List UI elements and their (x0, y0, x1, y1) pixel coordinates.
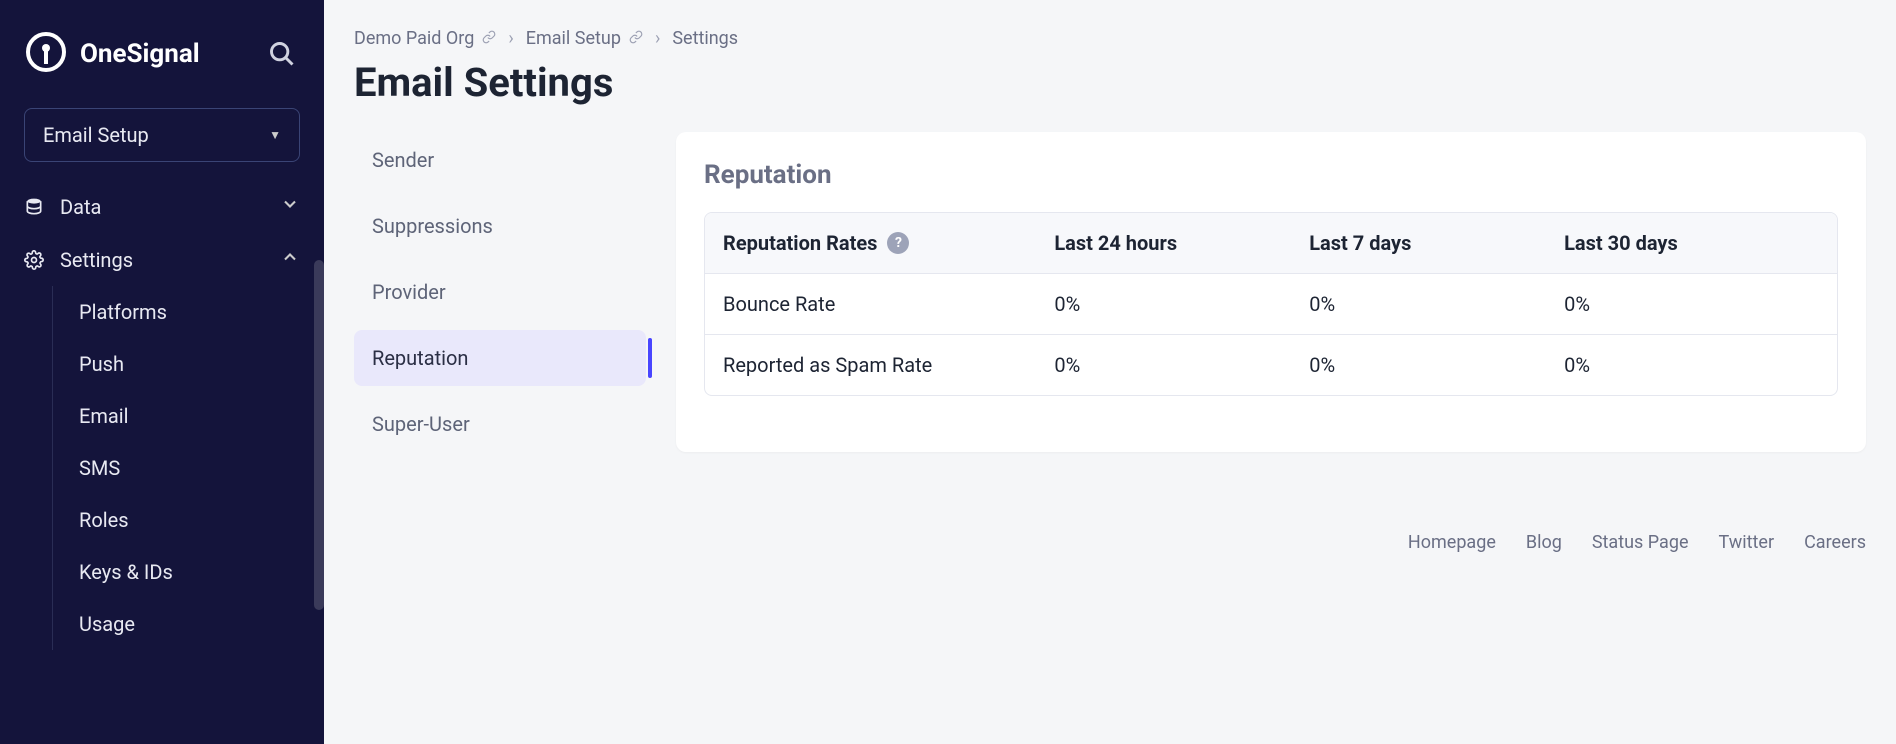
chevron-right-icon: › (508, 28, 513, 49)
table-row: Reported as Spam Rate 0% 0% 0% (705, 334, 1837, 395)
breadcrumb-org[interactable]: Demo Paid Org (354, 28, 496, 49)
search-icon[interactable] (264, 36, 300, 72)
brand-row: OneSignal (0, 12, 324, 96)
breadcrumb-org-label: Demo Paid Org (354, 28, 474, 49)
breadcrumb: Demo Paid Org › Email Setup › Settings (354, 28, 1866, 49)
chevron-up-icon (280, 247, 300, 272)
table-row: Bounce Rate 0% 0% 0% (705, 273, 1837, 334)
td-last7: 0% (1309, 292, 1564, 316)
td-label: Reported as Spam Rate (723, 353, 1054, 377)
th-last7: Last 7 days (1309, 231, 1564, 255)
settings-tabs: Sender Suppressions Provider Reputation … (354, 132, 646, 452)
sidebar-item-platforms[interactable]: Platforms (53, 286, 324, 338)
main-content: Demo Paid Org › Email Setup › Settings E… (324, 0, 1896, 744)
td-last24: 0% (1054, 292, 1309, 316)
reputation-panel: Reputation Reputation Rates ? Last 24 ho… (676, 132, 1866, 452)
help-icon[interactable]: ? (887, 232, 909, 254)
footer-careers[interactable]: Careers (1804, 532, 1866, 553)
sidebar-item-email[interactable]: Email (53, 390, 324, 442)
footer-twitter[interactable]: Twitter (1719, 532, 1775, 553)
onesignal-logo-icon (24, 30, 68, 78)
sidebar-item-label: Settings (60, 248, 133, 272)
footer-blog[interactable]: Blog (1526, 532, 1562, 553)
sidebar-item-keys-ids[interactable]: Keys & IDs (53, 546, 324, 598)
breadcrumb-app-label: Email Setup (526, 28, 621, 49)
gear-icon (24, 250, 48, 270)
footer-links: Homepage Blog Status Page Twitter Career… (354, 532, 1866, 553)
chevron-right-icon: › (655, 28, 660, 49)
sidebar-item-roles[interactable]: Roles (53, 494, 324, 546)
link-icon (629, 28, 643, 49)
table-header: Reputation Rates ? Last 24 hours Last 7 … (705, 213, 1837, 273)
tab-super-user[interactable]: Super-User (354, 396, 646, 452)
th-last24: Last 24 hours (1054, 231, 1309, 255)
td-label: Bounce Rate (723, 292, 1054, 316)
app-selector[interactable]: Email Setup ▼ (24, 108, 300, 162)
footer-homepage[interactable]: Homepage (1408, 532, 1496, 553)
td-last24: 0% (1054, 353, 1309, 377)
breadcrumb-app[interactable]: Email Setup (526, 28, 643, 49)
sidebar-item-label: Data (60, 195, 101, 219)
panel-title: Reputation (704, 160, 1838, 190)
database-icon (24, 197, 48, 217)
chevron-down-icon (280, 194, 300, 219)
breadcrumb-page-label: Settings (672, 28, 738, 49)
sidebar-item-settings[interactable]: Settings (0, 233, 324, 286)
page-title: Email Settings (354, 59, 1866, 106)
app-selector-label: Email Setup (43, 123, 149, 147)
td-last7: 0% (1309, 353, 1564, 377)
breadcrumb-page: Settings (672, 28, 738, 49)
td-last30: 0% (1564, 353, 1819, 377)
tab-sender[interactable]: Sender (354, 132, 646, 188)
settings-subnav: Platforms Push Email SMS Roles Keys & ID… (52, 286, 324, 650)
caret-down-icon: ▼ (269, 128, 281, 142)
th-last30: Last 30 days (1564, 231, 1819, 255)
brand-name: OneSignal (80, 39, 200, 69)
sidebar-item-data[interactable]: Data (0, 180, 324, 233)
link-icon (482, 28, 496, 49)
sidebar-item-usage[interactable]: Usage (53, 598, 324, 650)
sidebar: OneSignal Email Setup ▼ Data (0, 0, 324, 744)
tab-suppressions[interactable]: Suppressions (354, 198, 646, 254)
reputation-table: Reputation Rates ? Last 24 hours Last 7 … (704, 212, 1838, 396)
sidebar-item-push[interactable]: Push (53, 338, 324, 390)
th-rates: Reputation Rates (723, 231, 877, 255)
tab-provider[interactable]: Provider (354, 264, 646, 320)
tab-reputation[interactable]: Reputation (354, 330, 646, 386)
td-last30: 0% (1564, 292, 1819, 316)
sidebar-scrollbar[interactable] (314, 260, 324, 610)
footer-status[interactable]: Status Page (1592, 532, 1689, 553)
sidebar-item-sms[interactable]: SMS (53, 442, 324, 494)
